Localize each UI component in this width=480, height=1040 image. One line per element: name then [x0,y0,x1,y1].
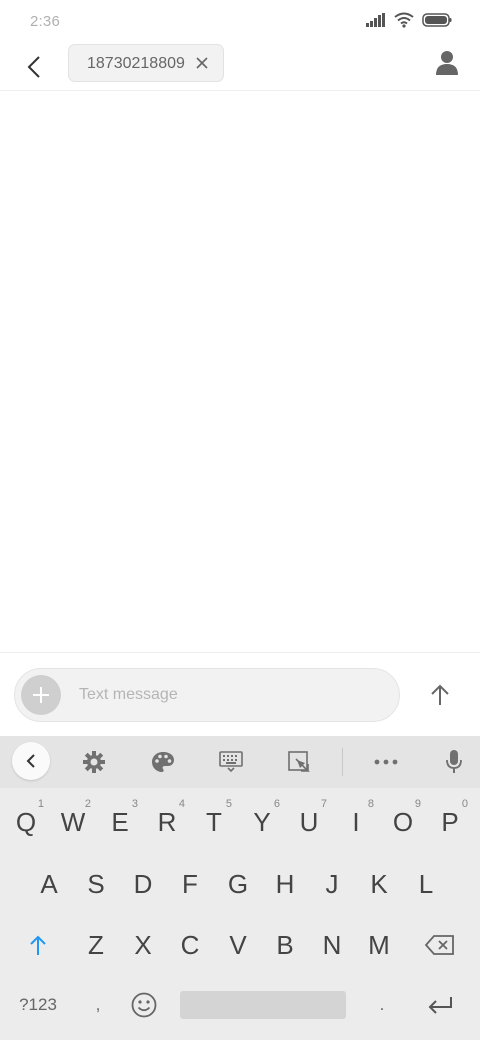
attach-button[interactable] [21,675,61,715]
emoji-key[interactable] [122,977,166,1033]
message-input-container [14,668,400,722]
toolbar-divider [342,748,343,776]
floating-keyboard-button[interactable] [279,744,319,780]
chevron-left-icon [26,754,35,768]
palette-icon [152,752,174,772]
backspace-icon [425,935,454,955]
contact-button[interactable] [436,50,462,80]
key-t[interactable]: T5 [192,794,236,850]
send-button[interactable] [420,675,460,715]
gear-icon [83,751,105,773]
shift-key[interactable] [16,917,60,973]
key-s[interactable]: S [74,856,118,912]
backspace-key[interactable] [418,917,462,973]
symbols-key[interactable]: ?123 [10,977,66,1033]
key-j[interactable]: J [310,856,354,912]
key-n[interactable]: N [310,917,354,973]
keyboard-icon [219,751,243,773]
conversation-header: 18730218809 [0,44,480,91]
microphone-icon [446,750,462,773]
arrow-up-icon [431,684,449,705]
person-icon [436,51,458,75]
enter-key[interactable] [418,977,462,1033]
battery-icon [422,13,452,27]
keyboard: Q1 W2 E3 R4 T5 Y6 U7 I8 O9 P0 A S D F G … [0,736,480,1040]
more-horizontal-icon [374,759,398,765]
resize-window-icon [288,751,310,772]
key-k[interactable]: K [357,856,401,912]
recipient-number: 18730218809 [87,55,185,72]
enter-arrow-icon [428,997,452,1014]
key-u[interactable]: U7 [287,794,331,850]
comma-key[interactable]: , [76,977,120,1033]
key-v[interactable]: V [216,917,260,973]
key-q[interactable]: Q1 [4,794,48,850]
spacebar[interactable] [180,991,346,1019]
remove-recipient-icon[interactable] [195,56,209,70]
status-bar: 2:36 [0,0,480,44]
toolbar-collapse-button[interactable] [12,742,50,780]
key-h[interactable]: H [263,856,307,912]
key-o[interactable]: O9 [381,794,425,850]
key-a[interactable]: A [27,856,71,912]
smiley-icon [131,992,157,1018]
key-l[interactable]: L [404,856,448,912]
message-input[interactable] [79,683,379,707]
more-options-button[interactable] [366,744,406,780]
key-e[interactable]: E3 [98,794,142,850]
key-b[interactable]: B [263,917,307,973]
key-r[interactable]: R4 [145,794,189,850]
key-c[interactable]: C [168,917,212,973]
message-composer [0,652,480,737]
key-f[interactable]: F [168,856,212,912]
back-button[interactable] [20,48,48,86]
status-time: 2:36 [30,13,60,30]
shift-arrow-icon [30,935,46,955]
signal-icon [366,13,385,27]
key-i[interactable]: I8 [334,794,378,850]
recipient-chip[interactable]: 18730218809 [68,44,224,82]
key-p[interactable]: P0 [428,794,472,850]
key-y[interactable]: Y6 [240,794,284,850]
wifi-icon [394,12,414,28]
keyboard-toolbar [0,736,480,788]
theme-button[interactable] [143,744,183,780]
conversation-area [0,91,480,652]
key-z[interactable]: Z [74,917,118,973]
back-arrow-icon [27,56,40,78]
key-w[interactable]: W2 [51,794,95,850]
voice-input-button[interactable] [434,744,474,780]
plus-icon [33,687,49,703]
key-g[interactable]: G [216,856,260,912]
period-key[interactable]: . [360,977,404,1033]
settings-button[interactable] [74,744,114,780]
keyboard-mode-button[interactable] [211,744,251,780]
key-m[interactable]: M [357,917,401,973]
key-x[interactable]: X [121,917,165,973]
key-d[interactable]: D [121,856,165,912]
